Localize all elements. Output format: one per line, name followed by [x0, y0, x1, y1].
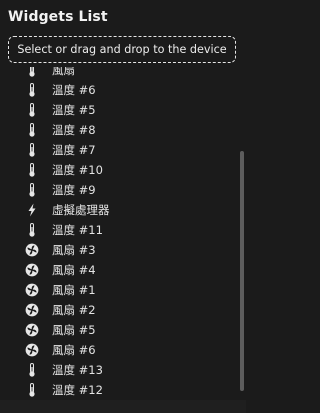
thermometer-icon [25, 183, 39, 197]
fan-icon [25, 323, 39, 337]
list-item[interactable]: 溫度 #6 [0, 80, 236, 100]
list-item[interactable]: 風扇 #6 [0, 340, 236, 360]
thermometer-icon [25, 383, 39, 397]
thermometer-icon [25, 363, 39, 377]
list-item[interactable]: 溫度 #9 [0, 180, 236, 200]
list-item[interactable]: 溫度 #8 [0, 120, 236, 140]
list-item-label: 風扇 #2 [52, 303, 96, 317]
list-item-label: 風扇 #5 [52, 323, 96, 337]
list-item-label: 虛擬處理器 [52, 203, 110, 217]
list-item[interactable]: 溫度 #10 [0, 160, 236, 180]
list-item[interactable]: 溫度 #13 [0, 360, 236, 380]
thermometer-icon [25, 103, 39, 117]
thermometer-icon [25, 143, 39, 157]
lightning-icon [25, 203, 39, 217]
thermometer-icon [25, 223, 39, 237]
list-item-label: 風扇 [52, 67, 75, 77]
list-item[interactable]: 溫度 #12 [0, 380, 236, 400]
list-item[interactable]: 溫度 #7 [0, 140, 236, 160]
fan-icon [25, 343, 39, 357]
list-item-label: 溫度 #5 [52, 103, 96, 117]
list-item-label: 溫度 #9 [52, 183, 96, 197]
list-item[interactable]: 風扇 #3 [0, 240, 236, 260]
thermometer-icon [25, 163, 39, 177]
list-item-label: 溫度 #6 [52, 83, 96, 97]
list-item[interactable]: 風扇 #4 [0, 260, 236, 280]
drop-zone[interactable]: Select or drag and drop to the device [8, 36, 236, 63]
list-item-label: 溫度 #11 [52, 223, 103, 237]
list-item-label: 風扇 #6 [52, 343, 96, 357]
widgets-panel: Widgets List Select or drag and drop to … [0, 0, 246, 413]
list-item-label: 風扇 #4 [52, 263, 96, 277]
list-item-label: 溫度 #10 [52, 163, 103, 177]
list-item-label: 溫度 #7 [52, 143, 96, 157]
list-item[interactable]: 風扇 #1 [0, 280, 236, 300]
fan-icon [25, 283, 39, 297]
list-item[interactable]: 溫度 #11 [0, 220, 236, 240]
list-item[interactable]: 風扇 #5 [0, 320, 236, 340]
panel-title: Widgets List [8, 9, 108, 25]
widget-list[interactable]: 風扇溫度 #6 溫度 #5 溫度 #8 溫度 #7 溫度 #10 溫度 #9 虛擬處理器溫度… [0, 67, 246, 400]
list-item-label: 風扇 #1 [52, 283, 96, 297]
fan-icon [25, 243, 39, 257]
list-item[interactable]: 風扇 #2 [0, 300, 236, 320]
list-item-label: 溫度 #8 [52, 123, 96, 137]
list-item-label: 風扇 #3 [52, 243, 96, 257]
list-item[interactable]: 溫度 #5 [0, 100, 236, 120]
fan-icon [25, 303, 39, 317]
scrollbar-thumb[interactable] [240, 151, 244, 391]
bottom-bar [0, 400, 246, 413]
fan-icon [25, 263, 39, 277]
list-item-label: 溫度 #13 [52, 363, 103, 377]
thermometer-icon [25, 123, 39, 137]
thermometer-icon [25, 67, 39, 77]
list-item[interactable]: 虛擬處理器 [0, 200, 236, 220]
thermometer-icon [25, 83, 39, 97]
list-item-label: 溫度 #12 [52, 383, 103, 397]
list-item[interactable]: 風扇 [0, 67, 236, 80]
